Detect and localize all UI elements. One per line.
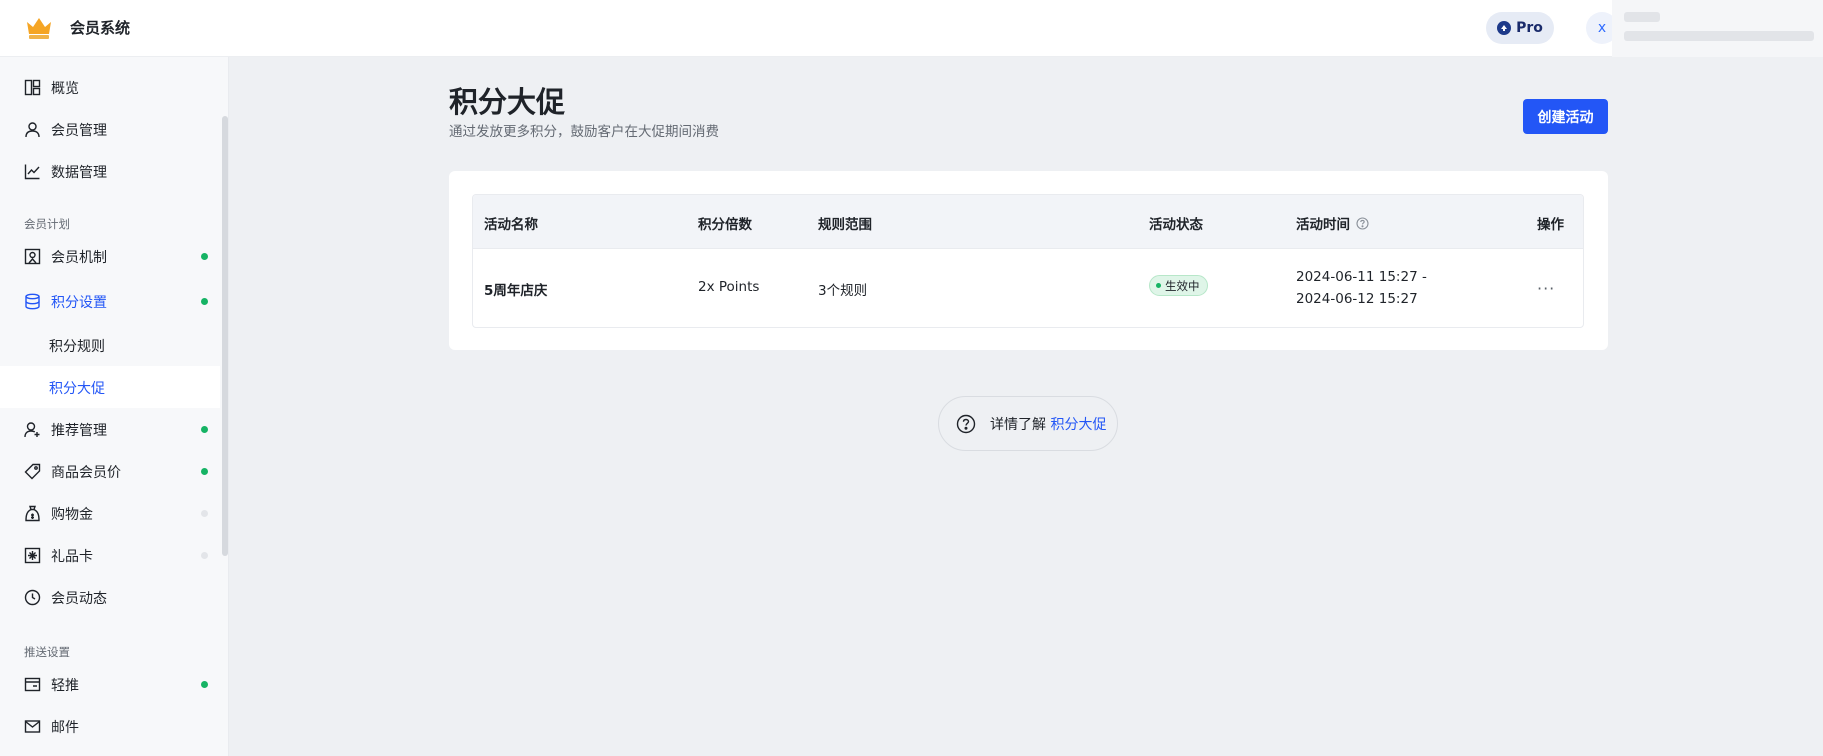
status-dot bbox=[201, 426, 208, 433]
database-icon bbox=[25, 293, 40, 310]
dashboard-icon bbox=[24, 79, 41, 96]
sidebar-scrollbar[interactable] bbox=[222, 116, 228, 556]
more-actions-icon[interactable]: ··· bbox=[1537, 279, 1555, 298]
create-activity-button[interactable]: 创建活动 bbox=[1523, 99, 1608, 134]
status-dot bbox=[1156, 283, 1161, 288]
sidebar-item-label: 邮件 bbox=[51, 720, 79, 736]
sidebar-subitem-label: 积分大促 bbox=[49, 381, 105, 397]
sidebar-item-member-management[interactable]: 会员管理 bbox=[0, 108, 220, 150]
status-dot bbox=[201, 510, 208, 517]
sidebar-item-label: 概览 bbox=[51, 81, 79, 97]
status-dot bbox=[201, 552, 208, 559]
sidebar-item-shopping-credit[interactable]: 购物金 bbox=[0, 492, 220, 534]
user-info-redacted[interactable] bbox=[1612, 0, 1823, 57]
sidebar-item-referral-management[interactable]: 推荐管理 bbox=[0, 408, 220, 450]
column-header-rules: 规则范围 bbox=[818, 217, 872, 233]
sidebar-item-mail[interactable]: 邮件 bbox=[0, 705, 220, 747]
column-header-time: 活动时间 bbox=[1296, 213, 1369, 233]
sidebar-item-gift-card[interactable]: 礼品卡 bbox=[0, 534, 220, 576]
sidebar-item-label: 礼品卡 bbox=[51, 549, 93, 565]
chart-line-icon bbox=[24, 164, 40, 180]
sidebar-item-label: 数据管理 bbox=[51, 165, 107, 181]
help-circle-icon[interactable] bbox=[1356, 216, 1369, 230]
help-circle-icon bbox=[956, 414, 976, 434]
pro-label: Pro bbox=[1516, 20, 1543, 36]
money-bag-icon bbox=[25, 505, 40, 522]
status-dot bbox=[201, 681, 208, 688]
status-label: 生效中 bbox=[1165, 278, 1200, 293]
app-title: 会员系统 bbox=[70, 19, 131, 37]
sidebar-item-overview[interactable]: 概览 bbox=[0, 66, 220, 108]
sidebar-item-label: 会员管理 bbox=[51, 123, 107, 139]
status-dot bbox=[201, 253, 208, 260]
activity-multiplier: 2x Points bbox=[698, 279, 760, 295]
activity-table-card: 活动名称 积分倍数 规则范围 活动状态 活动时间 操作 5周年店庆 2x Poi… bbox=[449, 171, 1608, 350]
learn-more-link[interactable]: 积分大促 bbox=[1050, 417, 1106, 433]
sidebar-item-label: 推荐管理 bbox=[51, 423, 107, 439]
section-label-member-plan: 会员计划 bbox=[24, 217, 70, 231]
mail-icon bbox=[24, 720, 41, 733]
user-add-icon bbox=[24, 422, 40, 438]
pro-badge[interactable]: Pro bbox=[1486, 12, 1554, 44]
status-badge: 生效中 bbox=[1149, 275, 1208, 296]
sidebar-item-data-management[interactable]: 数据管理 bbox=[0, 150, 220, 192]
sidebar-item-nudge[interactable]: 轻推 bbox=[0, 663, 220, 705]
crown-logo-icon bbox=[27, 18, 51, 39]
clock-icon bbox=[24, 589, 41, 606]
table-row[interactable]: 5周年店庆 2x Points 3个规则 生效中 2024-06-11 15:2… bbox=[473, 249, 1583, 327]
top-header: 会员系统 Pro x bbox=[0, 0, 1823, 57]
badge-icon bbox=[24, 248, 41, 265]
learn-more-text: 详情了解 积分大促 bbox=[990, 417, 1107, 433]
sidebar-item-label: 会员动态 bbox=[51, 591, 107, 607]
sidebar-item-points-settings[interactable]: 积分设置 bbox=[0, 280, 220, 322]
message-box-icon bbox=[24, 677, 41, 692]
sidebar-item-label: 商品会员价 bbox=[51, 465, 121, 481]
status-dot bbox=[201, 468, 208, 475]
sidebar-item-label: 轻推 bbox=[51, 678, 79, 694]
gift-card-icon bbox=[24, 547, 41, 564]
sidebar-subitem-label: 积分规则 bbox=[49, 339, 105, 355]
page-title: 积分大促 bbox=[449, 85, 566, 119]
sidebar-item-member-activity[interactable]: 会员动态 bbox=[0, 576, 220, 618]
column-header-status: 活动状态 bbox=[1149, 217, 1203, 233]
activity-table: 活动名称 积分倍数 规则范围 活动状态 活动时间 操作 5周年店庆 2x Poi… bbox=[472, 194, 1584, 328]
activity-rules: 3个规则 bbox=[818, 283, 868, 299]
activity-name: 5周年店庆 bbox=[484, 283, 548, 299]
page-subtitle: 通过发放更多积分，鼓励客户在大促期间消费 bbox=[449, 124, 719, 140]
table-header: 活动名称 积分倍数 规则范围 活动状态 活动时间 操作 bbox=[473, 195, 1583, 249]
activity-time-start: 2024-06-11 15:27 - bbox=[1296, 269, 1427, 285]
sidebar: 概览 会员管理 数据管理 会员计划 会员机制 积分设置 积分规则 积分大促 推荐… bbox=[0, 57, 229, 756]
sidebar-item-label: 会员机制 bbox=[51, 250, 107, 266]
status-dot bbox=[201, 298, 208, 305]
column-header-multiplier: 积分倍数 bbox=[698, 217, 752, 233]
sidebar-item-member-mechanism[interactable]: 会员机制 bbox=[0, 235, 220, 277]
tag-icon bbox=[24, 463, 41, 480]
sidebar-subitem-points-promotion[interactable]: 积分大促 bbox=[0, 366, 220, 408]
sidebar-item-label: 积分设置 bbox=[51, 295, 107, 311]
learn-more-pill: 详情了解 积分大促 bbox=[938, 396, 1118, 451]
sidebar-item-label: 购物金 bbox=[51, 507, 93, 523]
sidebar-subitem-points-rules[interactable]: 积分规则 bbox=[0, 324, 220, 366]
column-header-actions: 操作 bbox=[1537, 217, 1564, 233]
column-header-name: 活动名称 bbox=[484, 217, 538, 233]
pro-arrow-icon bbox=[1497, 21, 1512, 35]
section-label-push-settings: 推送设置 bbox=[24, 645, 70, 659]
user-icon bbox=[25, 122, 40, 138]
sidebar-item-member-price[interactable]: 商品会员价 bbox=[0, 450, 220, 492]
activity-time-end: 2024-06-12 15:27 bbox=[1296, 291, 1418, 307]
